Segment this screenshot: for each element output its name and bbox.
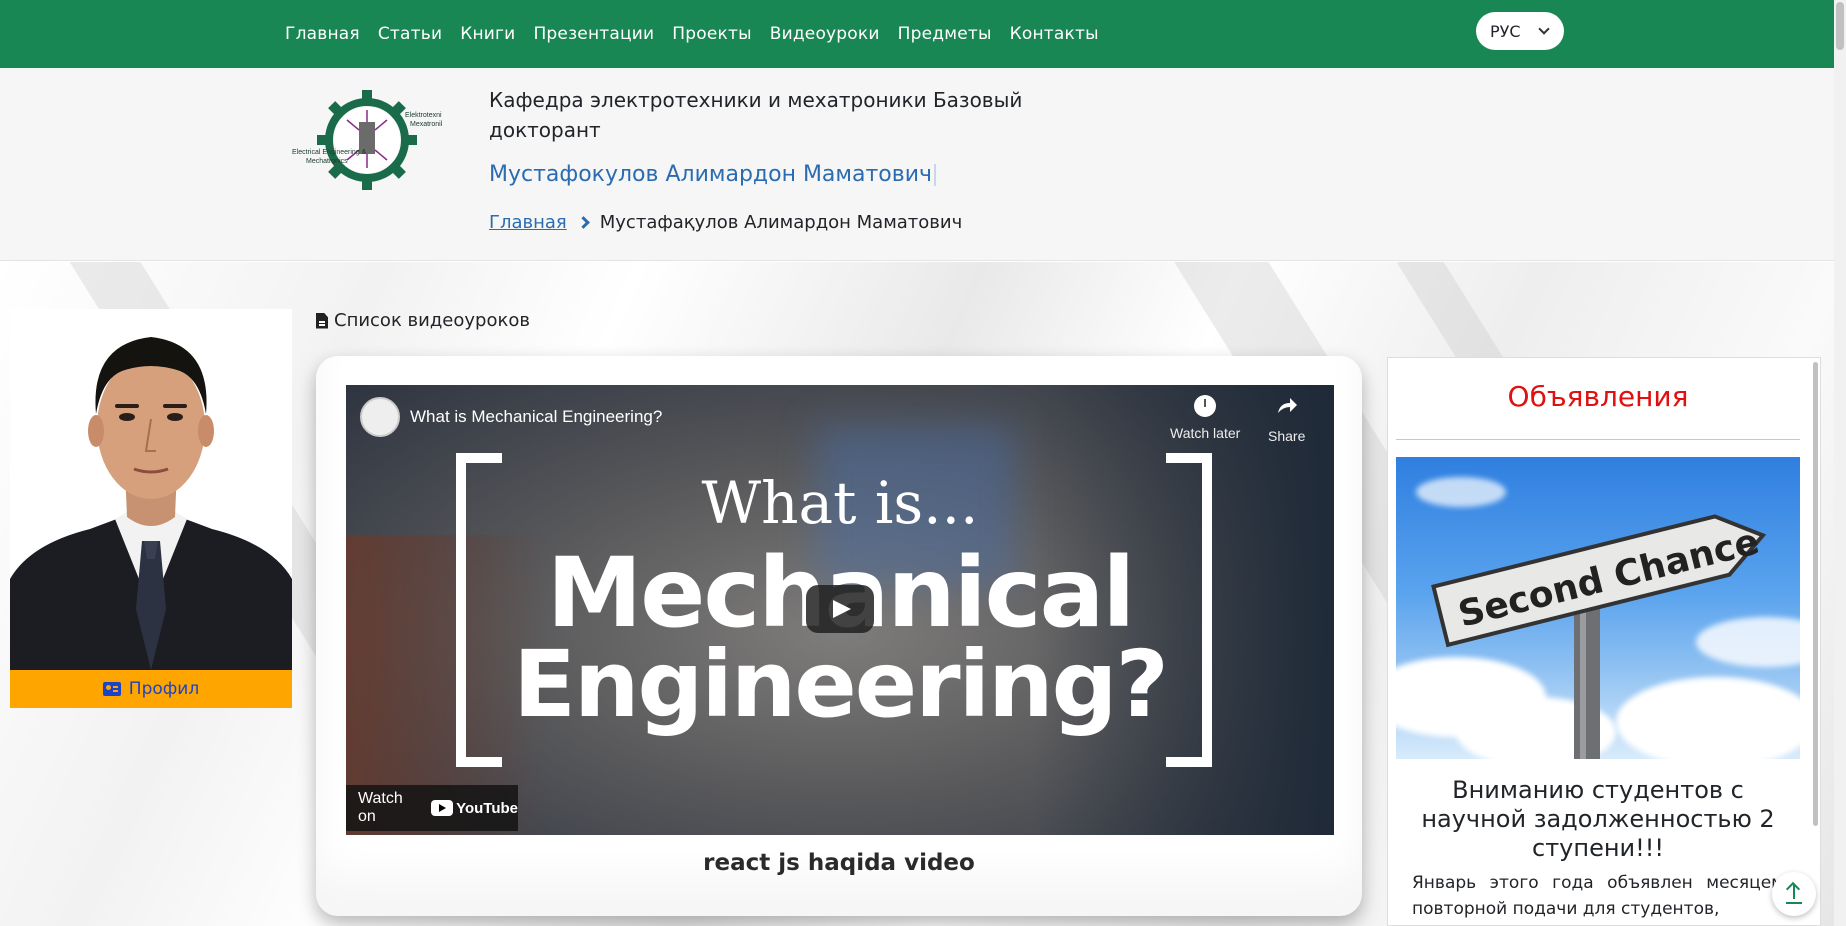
nav-item-subjects[interactable]: Предметы xyxy=(898,24,992,44)
id-card-icon xyxy=(102,682,121,696)
person-name: Мустафокулов Алимардон Маматович xyxy=(489,162,937,187)
breadcrumb-current: Мустафақулов Алимардон Маматович xyxy=(599,212,963,233)
watch-on-youtube-button[interactable]: Watch on YouTube xyxy=(346,785,518,831)
file-icon xyxy=(316,312,328,329)
arrow-up-icon xyxy=(1786,902,1802,904)
page-scrollbar[interactable] xyxy=(1834,0,1846,926)
profile-button[interactable]: Профил xyxy=(10,670,292,708)
clock-icon xyxy=(1194,395,1217,417)
youtube-play-icon xyxy=(431,800,454,816)
breadcrumb: Главная Мустафақулов Алимардон Маматович xyxy=(489,212,962,233)
announcements-panel: Объявления Second Chance Вниманию студен… xyxy=(1387,357,1821,926)
person-name-text: Мустафокулов Алимардон Маматович xyxy=(489,162,933,187)
department-title: Кафедра электротехники и мехатроники Баз… xyxy=(489,88,1023,142)
nav-item-books[interactable]: Книги xyxy=(460,24,515,44)
svg-text:Electrical Engineering &: Electrical Engineering & xyxy=(292,149,367,156)
nav-item-articles[interactable]: Статьи xyxy=(378,24,442,44)
watch-on-label: Watch on xyxy=(358,790,403,825)
profile-card: Профил xyxy=(10,309,292,708)
language-select-value: РУС xyxy=(1490,21,1521,41)
nav-item-contacts[interactable]: Контакты xyxy=(1010,24,1099,44)
nav-item-projects[interactable]: Проекты xyxy=(672,24,751,44)
channel-avatar[interactable] xyxy=(360,397,400,437)
announcements-title: Объявления xyxy=(1507,380,1689,413)
video-card: What is Mechanical Engineering? Watch la… xyxy=(316,356,1362,916)
nav-item-video-lessons[interactable]: Видеоуроки xyxy=(770,24,880,44)
back-to-top-button[interactable] xyxy=(1772,872,1816,916)
svg-text:Mechatronics: Mechatronics xyxy=(306,158,348,165)
video-title[interactable]: What is Mechanical Engineering? xyxy=(410,407,662,427)
video-overlay-line3: Engineering? xyxy=(513,631,1169,738)
video-overlay-line1: What is... xyxy=(701,469,979,537)
watch-later-label: Watch later xyxy=(1170,425,1241,441)
svg-text:Mexatronika: Mexatronika xyxy=(410,121,442,128)
youtube-logo: YouTube xyxy=(431,800,518,817)
svg-text:Elektrotexnika va: Elektrotexnika va xyxy=(405,112,442,119)
top-navbar: Главная Статьи Книги Презентации Проекты… xyxy=(0,0,1834,68)
main-nav: Главная Статьи Книги Презентации Проекты… xyxy=(285,0,1099,68)
chevron-right-icon xyxy=(576,216,590,229)
nav-item-home[interactable]: Главная xyxy=(285,24,360,44)
department-logo: Elektrotexnika va Mexatronika Electrical… xyxy=(292,90,442,190)
video-caption: react js haqida video xyxy=(703,850,975,876)
youtube-embed[interactable]: What is Mechanical Engineering? Watch la… xyxy=(346,385,1334,835)
announcement-heading[interactable]: Вниманию студентов с научной задолженнос… xyxy=(1396,776,1800,863)
video-list-title: Список видеоуроков xyxy=(334,310,530,331)
announcement-image[interactable]: Second Chance xyxy=(1396,457,1800,759)
share-icon xyxy=(1277,398,1297,413)
video-list-heading: Список видеоуроков xyxy=(316,310,530,331)
page-header: Elektrotexnika va Mexatronika Electrical… xyxy=(0,68,1834,261)
share-label: Share xyxy=(1268,428,1306,444)
profile-photo xyxy=(10,309,292,670)
share-button[interactable]: Share xyxy=(1268,395,1305,444)
play-icon[interactable] xyxy=(806,585,874,633)
language-select[interactable]: РУС xyxy=(1476,12,1564,50)
page-scrollbar-thumb[interactable] xyxy=(1836,2,1844,50)
youtube-logo-text: YouTube xyxy=(456,799,518,817)
breadcrumb-home-link[interactable]: Главная xyxy=(489,212,567,233)
nav-item-presentations[interactable]: Презентации xyxy=(533,24,654,44)
watch-later-button[interactable]: Watch later xyxy=(1170,395,1240,441)
profile-button-label: Профил xyxy=(128,679,200,699)
divider xyxy=(1396,439,1800,440)
announcements-scrollbar[interactable] xyxy=(1813,362,1818,826)
typing-cursor xyxy=(934,164,937,186)
sign-post-illustration: Second Chance xyxy=(1431,514,1767,759)
announcement-body: Январь этого года объявлен месяцем повто… xyxy=(1412,873,1784,919)
chevron-down-icon xyxy=(1538,23,1550,35)
